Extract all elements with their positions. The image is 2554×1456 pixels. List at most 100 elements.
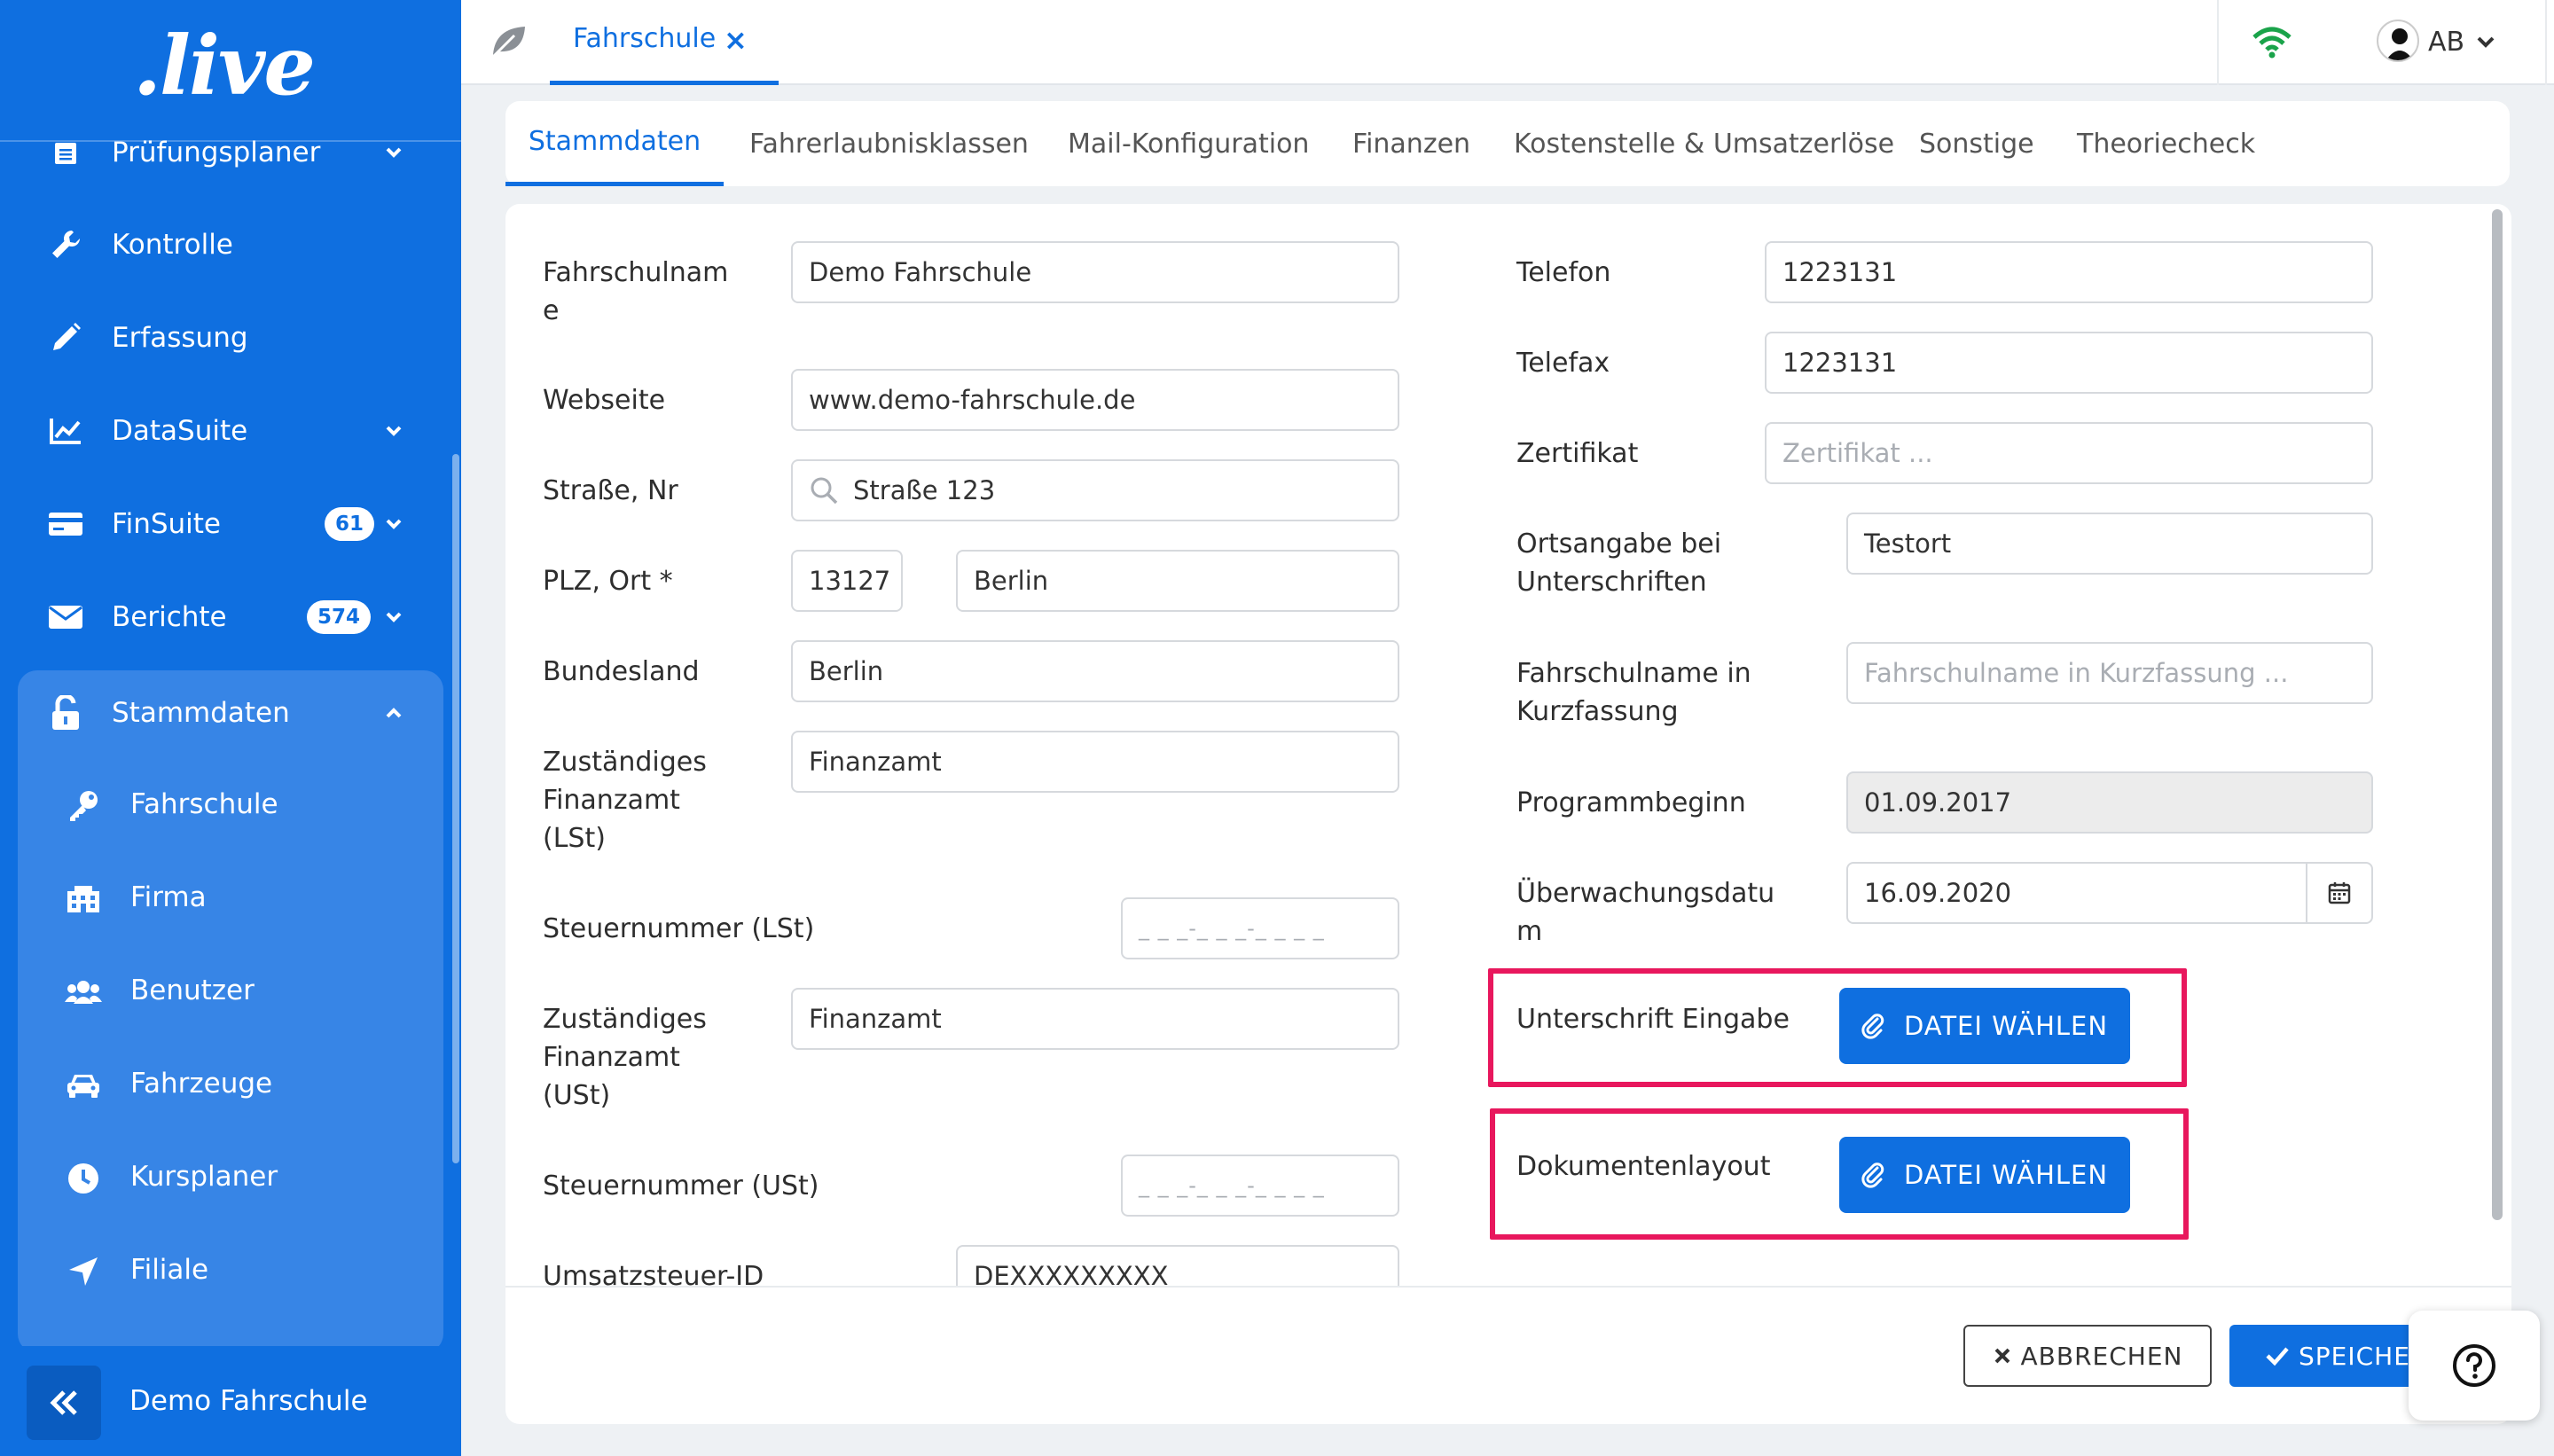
sidebar-item-label: DataSuite [112, 415, 248, 447]
sidebar-item-label: Kontrolle [112, 229, 233, 261]
chart-line-icon [46, 411, 85, 450]
telefax-input[interactable]: 1223131 [1765, 332, 2373, 394]
user-icon [2386, 28, 2414, 60]
sidebar: .live Prüfungsplaner Kontrolle Erfassung… [0, 0, 461, 1456]
question-circle-icon [2453, 1344, 2495, 1387]
sidebar-subitem-firma[interactable]: Firma [18, 857, 443, 942]
tab-kostenstelle[interactable]: Kostenstelle & Umsatzerlöse [1514, 101, 1894, 186]
sidebar-subitem-fahrzeuge[interactable]: Fahrzeuge [18, 1043, 443, 1128]
cancel-label: ABBRECHEN [2020, 1341, 2183, 1371]
label-telefax: Telefax [1516, 348, 1610, 379]
dokumentenlayout-file-button[interactable]: DATEI WÄHLEN [1839, 1137, 2130, 1213]
double-chevron-left-icon [50, 1390, 77, 1415]
chevron-down-icon [386, 426, 402, 436]
telefon-input[interactable]: 1223131 [1765, 241, 2373, 303]
steuernummer-lst-input[interactable]: _ _ _-_ _ _-_ _ _ _ [1121, 897, 1399, 959]
ort-input[interactable]: Berlin [956, 550, 1399, 612]
tab-label: Fahrschule [573, 23, 717, 54]
calendar-icon [2328, 882, 2351, 904]
finanzamt-lst-input[interactable]: Finanzamt [791, 731, 1399, 793]
stammdaten-form: Fahrschulnam e Demo Fahrschule Webseite … [505, 204, 2511, 1424]
label-strasse: Straße, Nr [543, 475, 678, 506]
sidebar-item-erfassung[interactable]: Erfassung [0, 295, 443, 380]
tab-fahrerlaubnisklassen[interactable]: Fahrerlaubnisklassen [749, 101, 1029, 186]
chevron-down-icon [386, 612, 402, 622]
help-button[interactable] [2409, 1311, 2540, 1421]
button-label: DATEI WÄHLEN [1903, 1011, 2109, 1041]
sidebar-item-finsuite[interactable]: FinSuite 61 [0, 481, 443, 567]
building-icon [64, 880, 103, 919]
form-scroll-area[interactable]: Fahrschulnam e Demo Fahrschule Webseite … [505, 204, 2511, 1288]
sidebar-item-label: Erfassung [112, 322, 248, 354]
calendar-button[interactable] [2306, 864, 2371, 922]
topbar: Fahrschule × AB [461, 0, 2554, 85]
collapse-sidebar-button[interactable] [27, 1366, 101, 1440]
tab-fahrschule[interactable]: Fahrschule × [550, 0, 779, 85]
sidebar-subitem-label: Firma [130, 881, 207, 913]
sidebar-item-datasuite[interactable]: DataSuite [0, 388, 443, 474]
sidebar-item-label: Prüfungsplaner [112, 137, 321, 168]
chevron-down-icon [2477, 36, 2495, 48]
label-steuernummer-lst: Steuernummer (LSt) [543, 913, 815, 944]
logo-text: .live [133, 18, 316, 114]
user-initials: AB [2428, 27, 2465, 58]
umsatzsteuer-id-input[interactable]: DEXXXXXXXXX [956, 1245, 1399, 1286]
label-fahrschulname: Fahrschulnam e [543, 257, 729, 326]
sidebar-item-berichte[interactable]: Berichte 574 [0, 575, 443, 660]
user-menu[interactable]: AB [2377, 20, 2545, 66]
ortsangabe-input[interactable]: Testort [1846, 513, 2373, 575]
sidebar-scrollbar[interactable] [452, 454, 459, 1163]
webseite-input[interactable]: www.demo-fahrschule.de [791, 369, 1399, 431]
stammdaten-group: Stammdaten Fahrschule Firma Benutzer Fah… [18, 670, 443, 1353]
fahrschulname-input[interactable]: Demo Fahrschule [791, 241, 1399, 303]
sidebar-subitem-label: Kursplaner [130, 1161, 278, 1193]
ueberwachungsdatum-input[interactable]: 16.09.2020 [1846, 862, 2373, 924]
sidebar-subitem-kursplaner[interactable]: Kursplaner [18, 1136, 443, 1221]
sidebar-subitem-fahrschule[interactable]: Fahrschule [18, 763, 443, 849]
label-finanzamt-ust: Zuständiges Finanzamt (USt) [543, 1004, 707, 1111]
section-tabs: Stammdaten Fahrerlaubnisklassen Mail-Kon… [505, 101, 2510, 186]
label-zertifikat: Zertifikat [1516, 438, 1639, 469]
divider [2217, 0, 2219, 85]
label-programmbeginn: Programmbeginn [1516, 787, 1746, 818]
label-kurzname: Fahrschulname in Kurzfassung [1516, 658, 1751, 727]
tab-finanzen[interactable]: Finanzen [1352, 101, 1470, 186]
bundesland-input[interactable]: Berlin [791, 640, 1399, 702]
tab-theoriecheck[interactable]: Theoriecheck [2077, 101, 2255, 186]
kurzname-input[interactable]: Fahrschulname in Kurzfassung ... [1846, 642, 2373, 704]
chevron-up-icon [386, 708, 402, 718]
sidebar-subitem-filiale[interactable]: Filiale [18, 1229, 443, 1314]
sidebar-item-label: Berichte [112, 601, 227, 633]
plz-input[interactable]: 13127 [791, 550, 903, 612]
zertifikat-input[interactable]: Zertifikat ... [1765, 422, 2373, 484]
leaf-icon[interactable] [488, 20, 530, 62]
sidebar-item-label: Stammdaten [112, 697, 290, 729]
label-webseite: Webseite [543, 385, 666, 416]
tab-stammdaten[interactable]: Stammdaten [505, 101, 724, 186]
chevron-down-icon [386, 519, 402, 529]
calendar-list-icon [46, 133, 85, 172]
strasse-input[interactable]: Straße 123 [791, 459, 1399, 521]
label-unterschrift: Unterschrift Eingabe [1516, 1004, 1790, 1035]
pencil-icon [46, 318, 85, 357]
label-finanzamt-lst: Zuständiges Finanzamt (LSt) [543, 747, 707, 854]
sidebar-item-stammdaten[interactable]: Stammdaten [0, 670, 443, 755]
finanzamt-ust-input[interactable]: Finanzamt [791, 988, 1399, 1050]
sidebar-item-kontrolle[interactable]: Kontrolle [0, 202, 443, 287]
cancel-button[interactable]: ABBRECHEN [1963, 1325, 2212, 1387]
close-icon[interactable]: × [724, 23, 748, 57]
label-umsatzsteuer-id: Umsatzsteuer-ID [543, 1261, 764, 1288]
close-icon [1994, 1348, 2010, 1364]
button-label: DATEI WÄHLEN [1903, 1160, 2109, 1190]
steuernummer-ust-input[interactable]: _ _ _-_ _ _-_ _ _ _ [1121, 1155, 1399, 1217]
form-scrollbar[interactable] [2492, 209, 2503, 1220]
sidebar-subitem-benutzer[interactable]: Benutzer [18, 950, 443, 1035]
tab-sonstige[interactable]: Sonstige [1919, 101, 2034, 186]
label-ortsangabe: Ortsangabe bei Unterschriften [1516, 528, 1722, 598]
tab-mail-konfiguration[interactable]: Mail-Konfiguration [1068, 101, 1309, 186]
location-arrow-icon [64, 1252, 103, 1291]
label-ueberwachungsdatum: Überwachungsdatu m [1516, 878, 1775, 947]
sidebar-subitem-label: Fahrschule [130, 788, 278, 820]
unterschrift-file-button[interactable]: DATEI WÄHLEN [1839, 988, 2130, 1064]
sidebar-item-pruefungsplaner[interactable]: Prüfungsplaner [0, 110, 443, 195]
